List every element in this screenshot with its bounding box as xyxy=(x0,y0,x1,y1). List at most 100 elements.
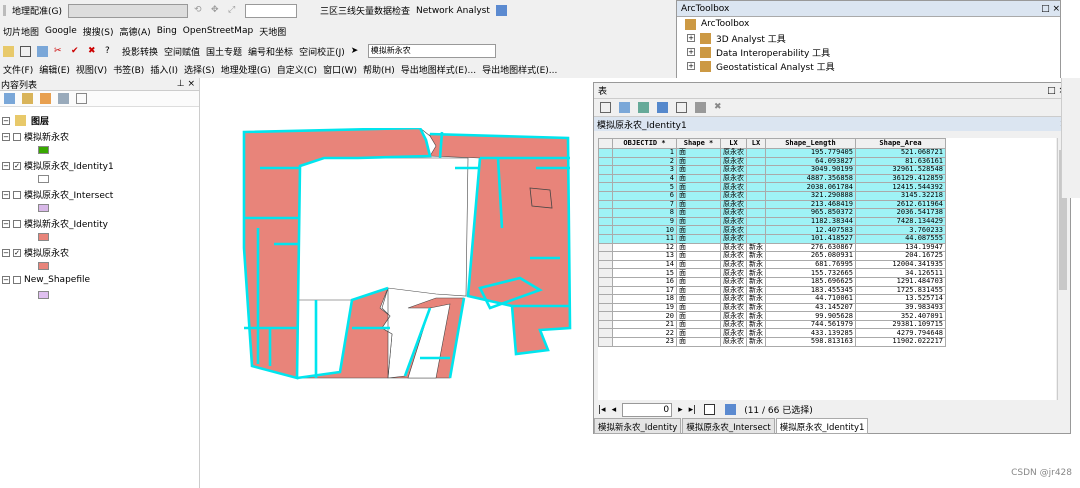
list-by-drawing-icon[interactable] xyxy=(4,93,15,104)
row-selector[interactable] xyxy=(598,294,613,304)
table-cell[interactable]: 12 xyxy=(612,242,677,253)
related-tables-icon[interactable] xyxy=(619,102,630,113)
table-cell[interactable]: 原永农 xyxy=(720,216,747,227)
table-cell[interactable]: 44.087555 xyxy=(855,233,946,244)
table-cell[interactable]: 新永 xyxy=(746,302,766,313)
select-box-icon[interactable] xyxy=(20,45,31,57)
scale-icon[interactable]: ⤢ xyxy=(228,5,239,16)
table-cell[interactable]: 1 xyxy=(612,148,677,158)
help-icon[interactable]: ? xyxy=(105,46,116,57)
table-row[interactable]: 23 面原永农 新永 598.813163 11902.022217 xyxy=(598,337,946,347)
menu-item[interactable]: 选择(S) xyxy=(184,63,215,76)
table-cell[interactable]: 原永农 xyxy=(720,276,747,287)
table-cell[interactable] xyxy=(746,216,766,227)
table-cell[interactable]: 10 xyxy=(612,225,677,235)
table-cell[interactable]: 面 xyxy=(676,302,721,313)
close-icon[interactable]: □ × xyxy=(1041,4,1060,14)
cut-icon[interactable]: ✂ xyxy=(54,46,65,57)
row-selector[interactable] xyxy=(598,259,613,270)
map-canvas[interactable] xyxy=(240,128,640,428)
select-by-attributes-icon[interactable] xyxy=(638,102,649,113)
table-row[interactable]: 14 面原永农 新永 681.76995 12004.341935 xyxy=(598,259,946,270)
toolbox-item[interactable]: +3D Analyst 工具 xyxy=(677,31,1060,45)
row-selector[interactable] xyxy=(598,208,613,218)
visibility-checkbox[interactable]: ✓ xyxy=(13,248,21,257)
georef-layer-combo[interactable] xyxy=(68,3,188,18)
layer-symbol[interactable] xyxy=(38,146,49,154)
attribute-grid[interactable]: OBJECTID * Shape * LX LX Shape_Length Shape_A… xyxy=(598,138,1056,400)
expand-icon[interactable]: + xyxy=(687,62,695,70)
table-cell[interactable]: 9 xyxy=(612,216,677,227)
pointer-icon[interactable]: ➤ xyxy=(351,46,362,57)
visibility-checkbox[interactable]: ✓ xyxy=(13,161,21,170)
switch-selection-icon[interactable] xyxy=(657,102,668,113)
toc-layer[interactable]: − ✓ 模拟原永农 xyxy=(2,246,69,259)
table-cell[interactable]: 12004.341935 xyxy=(855,259,946,270)
table-cell[interactable]: 原永农 xyxy=(720,294,747,304)
table-cell[interactable]: 面 xyxy=(676,156,721,167)
table-row[interactable]: 1 面原永农 195.779405 521.068721 xyxy=(598,148,946,158)
collapse-icon[interactable]: − xyxy=(2,132,10,141)
table-cell[interactable]: 面 xyxy=(676,199,721,210)
list-by-selection-icon[interactable] xyxy=(58,93,69,104)
edit-icon[interactable] xyxy=(3,45,14,57)
table-cell[interactable]: 面 xyxy=(676,319,721,330)
table-cell[interactable]: 原永农 xyxy=(720,190,747,201)
collapse-icon[interactable]: − xyxy=(2,248,10,257)
table-row[interactable]: 20 面原永农 新永 99.905628 352.407091 xyxy=(598,311,946,321)
slice-map-menu[interactable]: 切片地图 xyxy=(3,25,39,38)
table-cell[interactable]: 23 xyxy=(612,337,677,347)
table-cell[interactable]: 21 xyxy=(612,319,677,330)
pin-icon[interactable]: ⊥ × xyxy=(177,79,195,89)
table-cell[interactable]: 2 xyxy=(612,156,677,167)
column-header[interactable]: Shape_Length xyxy=(765,138,856,149)
clear-selection-icon[interactable] xyxy=(676,102,687,113)
table-cell[interactable]: 183.455345 xyxy=(765,285,856,296)
row-selector[interactable] xyxy=(598,328,613,339)
table-cell[interactable]: 32961.528548 xyxy=(855,165,946,175)
table-cell[interactable]: 新永 xyxy=(746,294,766,304)
table-cell[interactable]: 面 xyxy=(676,242,721,253)
table-cell[interactable]: 155.732665 xyxy=(765,268,856,278)
table-cell[interactable] xyxy=(746,233,766,244)
table-cell[interactable]: 3 xyxy=(612,165,677,175)
table-cell[interactable]: 面 xyxy=(676,208,721,218)
expand-icon[interactable]: + xyxy=(687,34,695,42)
table-cell[interactable]: 34.126511 xyxy=(855,268,946,278)
column-header[interactable]: Shape * xyxy=(676,138,721,149)
spatial-calib-menu[interactable]: 空间校正(J) xyxy=(299,45,345,58)
layer-symbol[interactable] xyxy=(38,175,49,183)
table-cell[interactable]: 新永 xyxy=(746,259,766,270)
table-row[interactable]: 4 面原永农 4887.356858 36129.412859 xyxy=(598,173,946,184)
table-cell[interactable]: 3.760233 xyxy=(855,225,946,235)
table-cell[interactable]: 11 xyxy=(612,233,677,244)
table-cell[interactable]: 352.407091 xyxy=(855,311,946,321)
table-cell[interactable]: 521.068721 xyxy=(855,148,946,158)
table-cell[interactable]: 7 xyxy=(612,199,677,210)
layer-symbol[interactable] xyxy=(38,233,49,241)
table-cell[interactable]: 原永农 xyxy=(720,233,747,244)
rotate-icon[interactable]: ⟲ xyxy=(194,5,205,16)
table-cell[interactable]: 99.905628 xyxy=(765,311,856,321)
layer-symbol[interactable] xyxy=(38,291,49,299)
prev-record-icon[interactable]: ◂ xyxy=(612,405,617,415)
table-row[interactable]: 16 面原永农 新永 185.696625 1291.484703 xyxy=(598,276,946,287)
table-cell[interactable]: 19 xyxy=(612,302,677,313)
table-cell[interactable]: 原永农 xyxy=(720,337,747,347)
toc-layer[interactable]: − ✓ 模拟原永农_Identity1 xyxy=(2,159,114,172)
menu-item[interactable]: 插入(I) xyxy=(150,63,178,76)
table-row[interactable]: 17 面原永农 新永 183.455345 1725.831455 xyxy=(598,285,946,296)
collapse-icon[interactable]: − xyxy=(2,161,10,170)
table-cell[interactable]: 原永农 xyxy=(720,148,747,158)
google-menu[interactable]: Google xyxy=(45,26,77,36)
menu-item[interactable]: 帮助(H) xyxy=(363,63,395,76)
row-selector[interactable] xyxy=(598,173,613,184)
table-row[interactable]: 3 面原永农 3049.90199 32961.528548 xyxy=(598,165,946,175)
delete-selected-icon[interactable]: ✖ xyxy=(714,102,725,113)
table-cell[interactable]: 2038.061784 xyxy=(765,182,856,192)
table-cell[interactable]: 22 xyxy=(612,328,677,339)
table-cell[interactable] xyxy=(746,208,766,218)
row-selector[interactable] xyxy=(598,156,613,167)
row-selector[interactable] xyxy=(598,268,613,278)
table-cell[interactable] xyxy=(746,182,766,192)
